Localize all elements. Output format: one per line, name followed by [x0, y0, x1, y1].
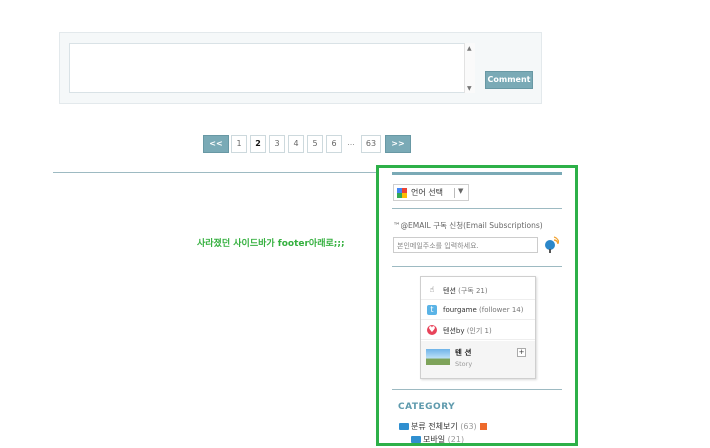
scroll-up-icon[interactable]: ▲ — [467, 45, 472, 52]
page-link[interactable]: 1 — [231, 135, 247, 153]
page-link[interactable]: 5 — [307, 135, 323, 153]
page-link-current[interactable]: 2 — [250, 135, 266, 153]
comment-textarea[interactable] — [69, 43, 474, 93]
content-divider — [53, 172, 377, 173]
prev-page-button[interactable]: << — [203, 135, 229, 153]
page-link-last[interactable]: 63 — [361, 135, 381, 153]
annotation-note: 사라졌던 사이드바가 footer아래로;;; — [197, 239, 345, 249]
next-page-button[interactable]: >> — [385, 135, 411, 153]
comment-form: ▲ ▼ Comment — [59, 32, 542, 104]
highlight-frame — [376, 165, 578, 446]
textarea-scrollbar[interactable]: ▲ ▼ — [464, 43, 475, 93]
page-link[interactable]: 3 — [269, 135, 285, 153]
page-link[interactable]: 6 — [326, 135, 342, 153]
page-ellipsis: ... — [347, 138, 355, 147]
page-link[interactable]: 4 — [288, 135, 304, 153]
scroll-down-icon[interactable]: ▼ — [467, 85, 472, 92]
comment-submit-button[interactable]: Comment — [485, 71, 533, 89]
